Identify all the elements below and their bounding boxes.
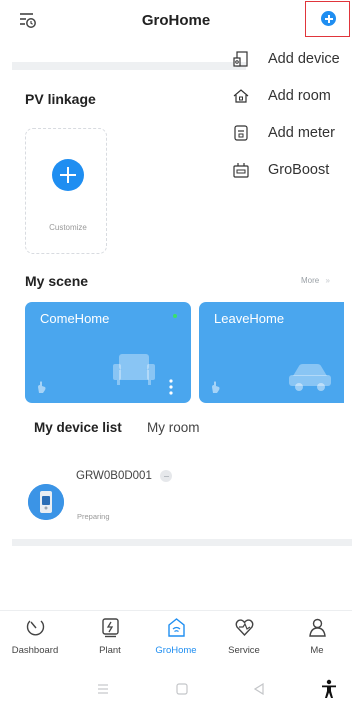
back-triangle-icon[interactable] (253, 683, 265, 695)
meter-icon (234, 125, 248, 141)
tab-my-room[interactable]: My room (147, 420, 200, 435)
menu-item-label: GroBoost (268, 162, 330, 178)
home-icon (233, 89, 249, 103)
menu-item-add-meter[interactable]: Add meter (232, 121, 335, 145)
device-offline-icon (160, 470, 172, 482)
nav-item-dashboard[interactable]: Dashboard (0, 615, 70, 671)
more-link[interactable]: More » (301, 276, 330, 285)
customize-add-icon[interactable] (52, 159, 84, 191)
menu-item-add-room[interactable]: Add room (232, 84, 331, 108)
sofa-icon (113, 354, 155, 385)
device-avatar[interactable] (28, 484, 64, 520)
scene-card-name: LeaveHome (214, 311, 285, 326)
plant-icon (102, 618, 119, 638)
grohome-icon (168, 618, 185, 637)
device-name[interactable]: GRW0B0D001 (76, 470, 152, 482)
menu-item-label: Add meter (268, 125, 335, 141)
menu-item-groboost[interactable]: GroBoost (232, 158, 329, 182)
accessibility-icon[interactable] (320, 679, 338, 699)
nav-label: Plant (99, 645, 121, 656)
add-button-highlight[interactable] (305, 1, 350, 37)
hand-tap-icon (38, 381, 46, 393)
divider (12, 62, 246, 70)
section-title-my-scene: My scene (25, 273, 89, 289)
dashboard-icon (26, 620, 45, 636)
add-icon[interactable] (321, 11, 336, 26)
nav-item-plant[interactable]: Plant (75, 615, 145, 671)
app-header: GroHome (0, 0, 352, 40)
home-square-icon[interactable] (176, 683, 188, 695)
inverter-device-icon (28, 484, 64, 520)
scene-card-comehome[interactable]: ComeHome (25, 302, 191, 403)
hand-tap-icon (212, 381, 220, 393)
section-divider (12, 539, 352, 546)
menu-item-label: Add device (268, 51, 340, 67)
double-chevron-right-icon: » (325, 276, 330, 285)
customize-card[interactable] (25, 128, 107, 254)
nav-label: Me (310, 645, 324, 656)
device-status: Preparing (77, 512, 110, 521)
device-icon (233, 51, 248, 67)
scene-card-leavehome[interactable]: LeaveHome (199, 302, 344, 403)
me-icon (309, 618, 326, 637)
page-title: GroHome (141, 12, 211, 29)
nav-item-grohome[interactable]: GroHome (141, 615, 211, 671)
nav-item-service[interactable]: Service (209, 615, 279, 671)
tab-my-device-list[interactable]: My device list (34, 420, 122, 435)
menu-item-label: Add room (268, 88, 331, 104)
menu-item-add-device[interactable]: Add device (232, 47, 340, 71)
more-vertical-icon[interactable] (169, 378, 173, 396)
customize-label: Customize (49, 223, 87, 232)
nav-label: Service (228, 645, 260, 656)
nav-item-me[interactable]: Me (282, 615, 352, 671)
nav-label: GroHome (155, 645, 197, 656)
section-title-pv-linkage: PV linkage (25, 91, 96, 107)
service-icon (235, 619, 254, 637)
car-icon (289, 364, 331, 391)
active-dot (173, 314, 177, 318)
more-label: More (301, 276, 320, 285)
nav-label: Dashboard (11, 645, 59, 656)
boost-icon (233, 163, 249, 178)
menu-lines-icon[interactable] (96, 683, 110, 695)
nav-separator (0, 610, 352, 611)
scene-card-name: ComeHome (40, 311, 110, 326)
